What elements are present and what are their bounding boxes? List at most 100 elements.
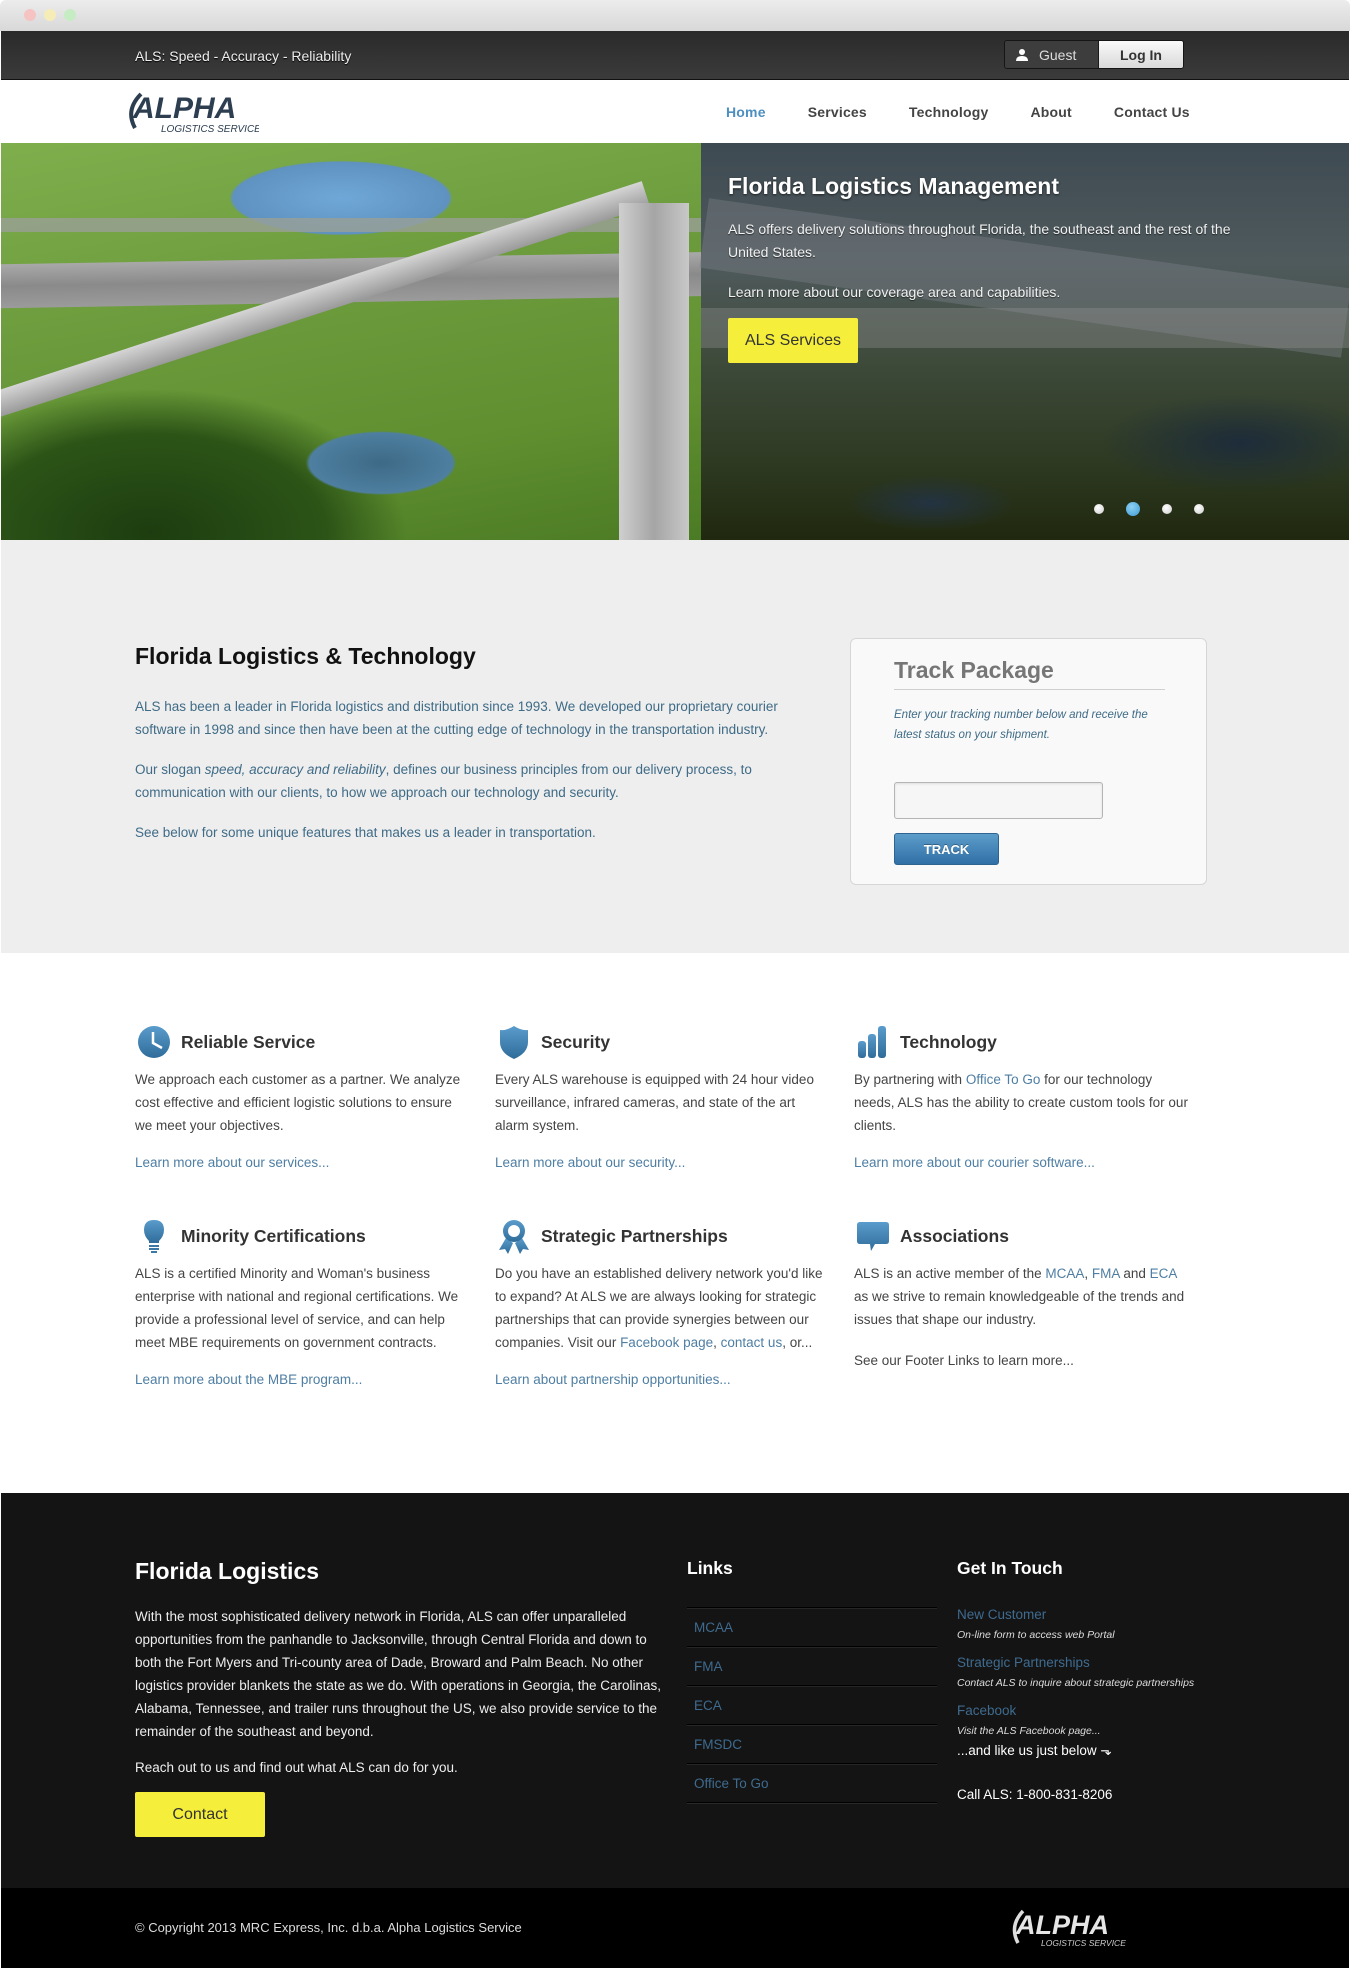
footer-get-in-touch: Get In Touch New Customer On-line form t…	[957, 1558, 1207, 1802]
footer-reach-text: Reach out to us and find out what ALS ca…	[135, 1760, 458, 1775]
hero-text: ALS offers delivery solutions throughout…	[728, 221, 1231, 260]
list-item: FMSDC	[687, 1725, 937, 1764]
carousel-dot-3[interactable]	[1162, 504, 1172, 514]
hero-image-detail	[619, 203, 689, 540]
nav-services[interactable]: Services	[808, 104, 867, 120]
track-package-description: Enter your tracking number below and rec…	[894, 709, 1148, 741]
list-item: ECA	[687, 1686, 937, 1725]
guest-button[interactable]: Guest	[1005, 41, 1099, 68]
footer-link-office-to-go[interactable]: Office To Go	[694, 1776, 769, 1791]
ribbon-award-icon	[495, 1217, 533, 1255]
feature-minority-certifications: Minority Certifications ALS is a certifi…	[135, 1216, 470, 1387]
learn-partnership-link[interactable]: Learn about partnership opportunities...	[495, 1372, 830, 1387]
footer-links-note: See our Footer Links to learn more...	[854, 1353, 1074, 1368]
fma-link[interactable]: FMA	[1092, 1266, 1120, 1281]
mcaa-link[interactable]: MCAA	[1045, 1266, 1084, 1281]
hero-title: Florida Logistics Management	[728, 173, 1059, 199]
feature-title: Strategic Partnerships	[541, 1225, 728, 1246]
track-button[interactable]: TRACK	[894, 833, 999, 865]
touch-item-desc: Contact ALS to inquire about strategic p…	[957, 1677, 1195, 1689]
footer-about: Florida Logistics With the most sophisti…	[135, 1558, 665, 1837]
carousel-dot-4[interactable]	[1194, 504, 1204, 514]
touch-item: Facebook Visit the ALS Facebook page...	[957, 1703, 1207, 1743]
window-close-dot[interactable]	[24, 9, 36, 21]
learn-more-security-link[interactable]: Learn more about our security...	[495, 1155, 830, 1170]
footer-links-list: MCAA FMA ECA FMSDC Office To Go	[687, 1607, 937, 1804]
user-button-group: Guest Log In	[1004, 40, 1184, 69]
business-principles-link[interactable]: our business principles	[440, 762, 577, 777]
new-customer-link[interactable]: New Customer	[957, 1607, 1207, 1622]
intro-paragraph-2: Our slogan speed, accuracy and reliabili…	[135, 762, 752, 800]
tagline: ALS: Speed - Accuracy - Reliability	[135, 48, 352, 64]
page: ALS: Speed - Accuracy - Reliability Gues…	[1, 31, 1349, 1968]
footer: Florida Logistics With the most sophisti…	[1, 1493, 1349, 1888]
login-button[interactable]: Log In	[1099, 41, 1183, 68]
alpha-logo-footer[interactable]: ALPHA LOGISTICS SERVICE	[1011, 1906, 1126, 1950]
carousel-dot-1[interactable]	[1094, 504, 1104, 514]
shield-icon	[495, 1023, 533, 1061]
tracking-number-input[interactable]	[894, 782, 1103, 819]
touch-item: New Customer On-line form to access web …	[957, 1607, 1207, 1647]
footer-link-mcaa[interactable]: MCAA	[694, 1620, 733, 1635]
learn-more-courier-software-link[interactable]: Learn more about our courier software...	[854, 1155, 1189, 1170]
touch-list: New Customer On-line form to access web …	[957, 1607, 1207, 1802]
feature-body: ALS is an active member of the MCAA, FMA…	[854, 1266, 1185, 1327]
nav-contact-us[interactable]: Contact Us	[1114, 104, 1190, 120]
top-bar: ALS: Speed - Accuracy - Reliability Gues…	[1, 31, 1349, 80]
call-als-text: Call ALS: 1-800-831-8206	[957, 1787, 1113, 1802]
footer-touch-title: Get In Touch	[957, 1558, 1063, 1578]
window-maximize-dot[interactable]	[64, 9, 76, 21]
carousel-pagination	[1094, 502, 1204, 516]
touch-item: Strategic Partnerships Contact ALS to in…	[957, 1655, 1207, 1695]
learn-more-services-link[interactable]: Learn more about our services...	[135, 1155, 470, 1170]
strategic-partnerships-link[interactable]: Strategic Partnerships	[957, 1655, 1207, 1670]
footer-logo-sub: LOGISTICS SERVICE	[1041, 1938, 1126, 1948]
track-package-title: Track Package	[894, 657, 1054, 683]
feature-title: Technology	[900, 1031, 997, 1052]
facebook-link[interactable]: Facebook	[957, 1703, 1207, 1718]
feature-title: Minority Certifications	[181, 1225, 366, 1246]
eca-link[interactable]: ECA	[1150, 1266, 1177, 1281]
list-item: Office To Go	[687, 1764, 937, 1803]
lightbulb-icon	[135, 1217, 173, 1255]
nav-about[interactable]: About	[1030, 104, 1071, 120]
speech-bubble-icon	[854, 1217, 892, 1255]
copyright-text: © Copyright 2013 MRC Express, Inc. d.b.a…	[135, 1920, 522, 1935]
list-item: MCAA	[687, 1608, 937, 1647]
footer-about-title: Florida Logistics	[135, 1558, 320, 1584]
feature-security: Security Every ALS warehouse is equipped…	[495, 1022, 830, 1170]
window-minimize-dot[interactable]	[44, 9, 56, 21]
features-section: Reliable Service We approach each custom…	[1, 953, 1349, 1524]
footer-link-eca[interactable]: ECA	[694, 1698, 722, 1713]
learn-more-mbe-link[interactable]: Learn more about the MBE program...	[135, 1372, 470, 1387]
feature-strategic-partnerships: Strategic Partnerships Do you have an es…	[495, 1216, 830, 1387]
like-us-text: ...and like us just below ⬎	[957, 1743, 1112, 1758]
intro-body: ALS has been a leader in Florida logisti…	[135, 695, 785, 861]
carousel-dot-2[interactable]	[1126, 502, 1140, 516]
feature-body: Every ALS warehouse is equipped with 24 …	[495, 1072, 814, 1133]
als-services-button[interactable]: ALS Services	[728, 318, 858, 363]
alpha-logo[interactable]: ALPHA LOGISTICS SERVICE	[127, 88, 259, 136]
track-package-panel: Track Package Enter your tracking number…	[850, 638, 1207, 885]
footer-links: Links MCAA FMA ECA FMSDC Office To Go	[687, 1558, 937, 1804]
footer-link-fma[interactable]: FMA	[694, 1659, 723, 1674]
feature-associations: Associations ALS is an active member of …	[854, 1216, 1189, 1372]
logo-main-text: ALPHA	[132, 92, 236, 125]
facebook-page-link[interactable]: Facebook page	[620, 1335, 713, 1350]
footer-links-title: Links	[687, 1558, 733, 1578]
nav-home[interactable]: Home	[726, 104, 766, 120]
nav-technology[interactable]: Technology	[909, 104, 989, 120]
logo-sub-text: LOGISTICS SERVICE	[161, 124, 259, 135]
main-navbar: ALPHA LOGISTICS SERVICE Home Services Te…	[1, 80, 1349, 143]
hero-slider: Florida Logistics Management ALS offers …	[1, 143, 1349, 540]
hero-caption: Florida Logistics Management ALS offers …	[728, 173, 1248, 363]
divider	[894, 689, 1165, 690]
footer-link-fmsdc[interactable]: FMSDC	[694, 1737, 742, 1752]
office-to-go-link[interactable]: Office To Go	[966, 1072, 1041, 1087]
contact-button[interactable]: Contact	[135, 1792, 265, 1837]
feature-body: ALS is a certified Minority and Woman's …	[135, 1266, 459, 1350]
guest-label: Guest	[1039, 46, 1077, 63]
contact-us-link[interactable]: contact us	[721, 1335, 783, 1350]
nav-menu: Home Services Technology About Contact U…	[726, 80, 1190, 143]
feature-reliable-service: Reliable Service We approach each custom…	[135, 1022, 470, 1170]
